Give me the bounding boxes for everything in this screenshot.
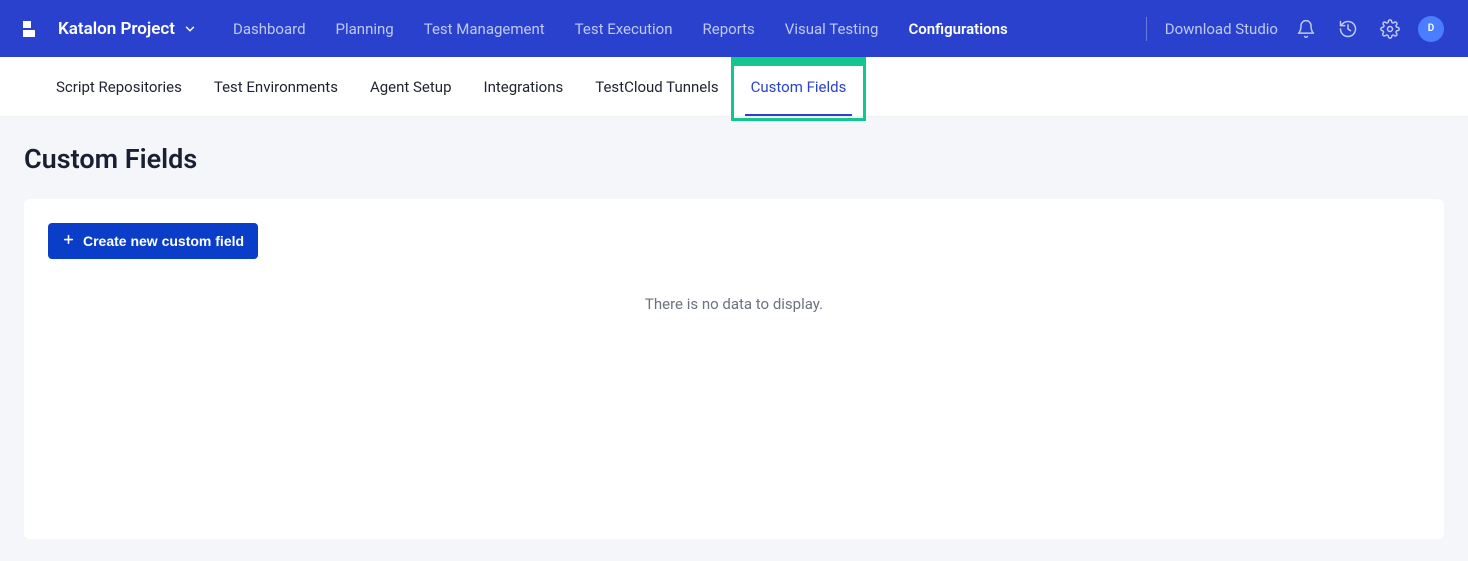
nav-reports[interactable]: Reports <box>703 20 755 38</box>
nav-dashboard[interactable]: Dashboard <box>233 20 306 38</box>
tab-integrations[interactable]: Integrations <box>468 57 580 116</box>
katalon-logo-icon <box>20 18 40 40</box>
tab-custom-fields[interactable]: Custom Fields <box>735 57 863 116</box>
create-button-label: Create new custom field <box>83 233 244 249</box>
nav-visual-testing[interactable]: Visual Testing <box>785 20 879 38</box>
gear-icon[interactable] <box>1376 15 1404 43</box>
tab-test-environments[interactable]: Test Environments <box>198 57 354 116</box>
download-studio-link[interactable]: Download Studio <box>1165 20 1278 38</box>
nav-planning[interactable]: Planning <box>336 20 394 38</box>
history-icon[interactable] <box>1334 15 1362 43</box>
nav-configurations[interactable]: Configurations <box>908 20 1007 38</box>
project-name[interactable]: Katalon Project <box>58 19 175 39</box>
top-header: Katalon Project Dashboard Planning Test … <box>0 0 1468 57</box>
chevron-down-icon[interactable] <box>183 22 197 36</box>
empty-state-message: There is no data to display. <box>48 295 1420 313</box>
content-panel: Create new custom field There is no data… <box>24 199 1444 539</box>
page-title: Custom Fields <box>0 117 1468 199</box>
top-nav: Dashboard Planning Test Management Test … <box>233 20 1008 38</box>
nav-test-execution[interactable]: Test Execution <box>575 20 673 38</box>
plus-icon <box>62 233 75 249</box>
tab-custom-fields-label: Custom Fields <box>751 78 847 96</box>
divider <box>1146 17 1147 41</box>
create-custom-field-button[interactable]: Create new custom field <box>48 223 258 259</box>
sub-nav: Script Repositories Test Environments Ag… <box>0 57 1468 117</box>
nav-test-management[interactable]: Test Management <box>424 20 545 38</box>
tab-testcloud-tunnels[interactable]: TestCloud Tunnels <box>579 57 734 116</box>
tab-agent-setup[interactable]: Agent Setup <box>354 57 468 116</box>
tab-script-repositories[interactable]: Script Repositories <box>40 57 198 116</box>
bell-icon[interactable] <box>1292 15 1320 43</box>
avatar[interactable]: D <box>1418 16 1444 42</box>
